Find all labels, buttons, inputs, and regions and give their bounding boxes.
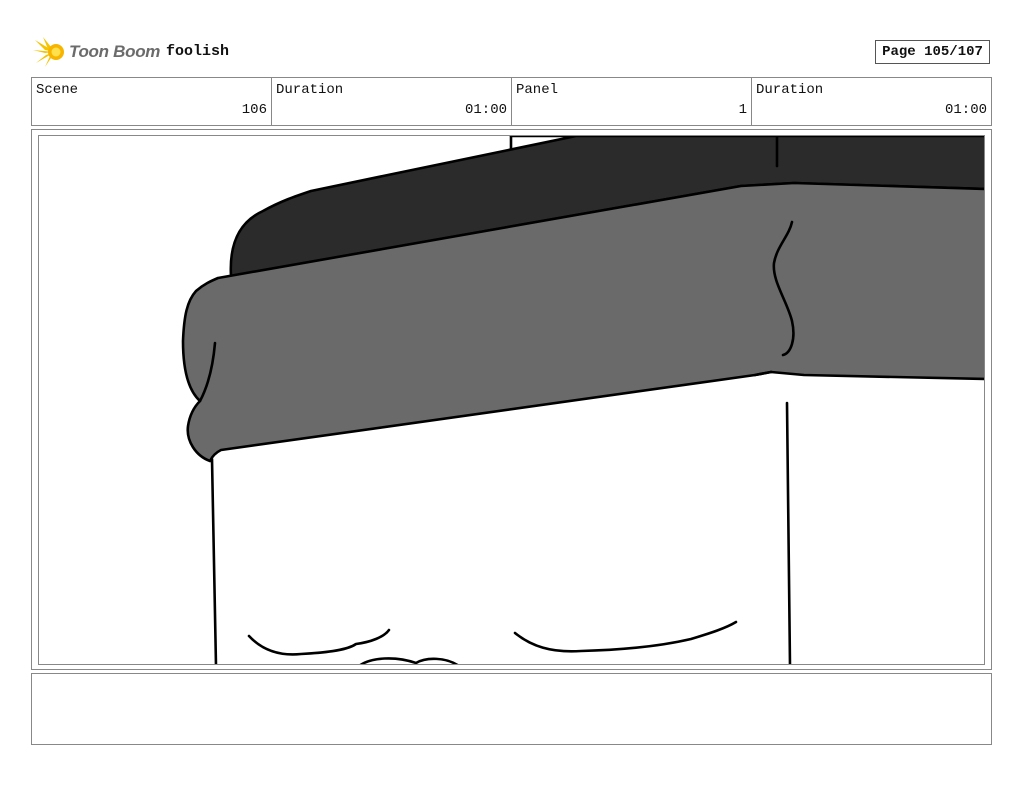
starburst-icon: [33, 37, 64, 67]
notes-box: [31, 673, 992, 745]
face-left-edge: [210, 457, 218, 664]
scene-duration-cell: Duration 01:00: [272, 78, 512, 125]
storyboard-panel: [31, 129, 992, 670]
panel-info-table: Scene 106 Duration 01:00 Panel 1 Duratio…: [31, 77, 992, 126]
panel-duration-value: 01:00: [944, 102, 987, 118]
right-eye-line: [513, 620, 738, 653]
left-eye-line: [247, 628, 391, 656]
logo-text: Toon Boom: [69, 42, 161, 61]
scene-cell: Scene 106: [32, 78, 272, 125]
toon-boom-logo: Toon Boom: [33, 36, 160, 68]
project-name: foolish: [166, 43, 230, 60]
scene-duration-label: Duration: [276, 82, 344, 98]
scene-value: 106: [241, 102, 267, 118]
scene-duration-value: 01:00: [464, 102, 507, 118]
page-indicator: Page 105/107: [875, 40, 990, 64]
panel-value: 1: [738, 102, 747, 118]
face-right-edge: [785, 401, 792, 664]
panel-duration-label: Duration: [756, 82, 824, 98]
scene-label: Scene: [36, 82, 79, 98]
panel-drawing: [38, 135, 985, 665]
character-sketch: [181, 136, 984, 664]
nose-line: [359, 657, 459, 664]
panel-cell: Panel 1: [512, 78, 752, 125]
panel-label: Panel: [516, 82, 559, 98]
panel-duration-cell: Duration 01:00: [752, 78, 991, 125]
